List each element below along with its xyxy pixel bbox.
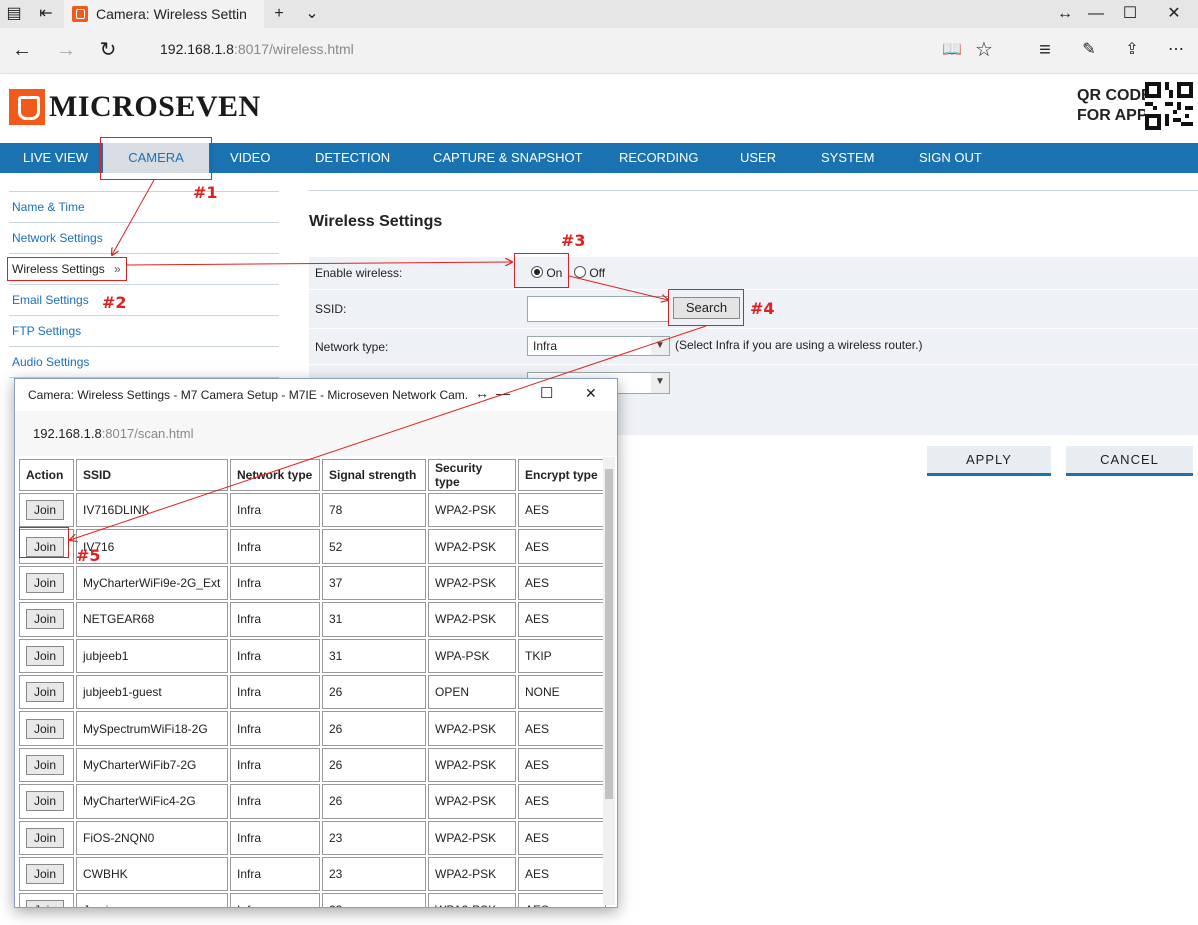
arrow-wireless-to-on — [126, 262, 512, 265]
arrow-camera-to-wireless — [112, 179, 155, 255]
arrow-search-to-join — [70, 325, 707, 540]
arrow-on-to-search — [568, 275, 668, 300]
annotation-arrows — [0, 179, 707, 925]
